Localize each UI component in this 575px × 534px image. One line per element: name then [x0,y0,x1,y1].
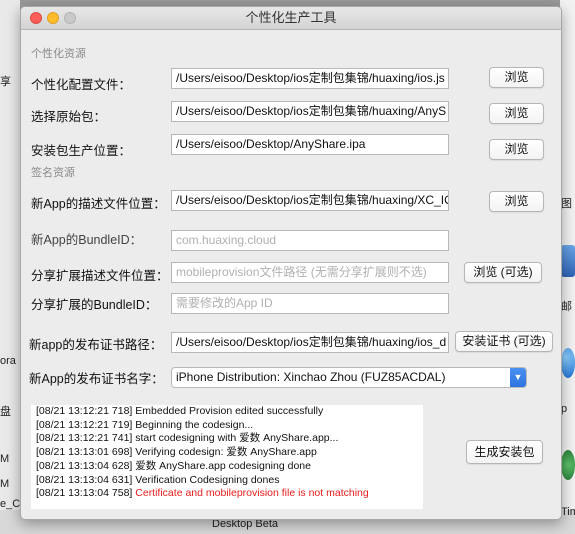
chevron-down-icon: ▼ [510,368,526,387]
app-icon[interactable] [561,245,575,277]
desktop-fragment: 邮 [561,301,572,313]
log-line: [08/21 13:12:21 719] Beginning the codes… [36,418,254,431]
original-package-label: 选择原始包： [31,110,107,124]
app-icon[interactable] [561,348,575,378]
browse-provision-button[interactable]: 浏览 [489,191,544,212]
generate-package-button[interactable]: 生成安装包 [466,440,543,464]
window-title: 个性化生产工具 [245,10,337,25]
provision-file-label: 新App的描述文件位置： [31,197,166,211]
log-output[interactable]: [08/21 13:12:21 718] Embedded Provision … [31,405,423,509]
install-certificate-button[interactable]: 安装证书 (可选) [455,331,553,352]
config-file-label: 个性化配置文件： [31,78,132,92]
log-line: [08/21 13:13:04 628] 爱数 AnyShare.app cod… [36,459,311,472]
log-line: [08/21 13:13:04 631] Verification Codesi… [36,473,280,486]
output-location-label: 安装包生产位置： [31,144,132,158]
section-personal-resources: 个性化资源 [31,48,86,60]
desktop-fragment: 享 [0,76,11,88]
section-signing-resources: 签名资源 [31,167,75,179]
log-line: [08/21 13:12:21 741] start codesigning w… [36,432,339,445]
extension-provision-label: 分享扩展描述文件位置： [31,269,169,283]
original-package-field[interactable]: /Users/eisoo/Desktop/ios定制包集锦/huaxing/An… [171,101,449,122]
desktop-fragment: Tim [561,506,575,518]
provision-file-field[interactable]: /Users/eisoo/Desktop/ios定制包集锦/huaxing/XC… [171,190,449,211]
extension-bundle-id-field[interactable]: 需要修改的App ID [171,293,449,314]
browse-config-button[interactable]: 浏览 [489,67,544,88]
desktop-fragment: M [0,453,10,465]
tool-window: 个性化生产工具 个性化资源 个性化配置文件： /Users/eisoo/Desk… [20,6,562,520]
browse-package-button[interactable]: 浏览 [489,103,544,124]
bundle-id-field[interactable]: com.huaxing.cloud [171,230,449,251]
config-file-field[interactable]: /Users/eisoo/Desktop/ios定制包集锦/huaxing/io… [171,68,449,89]
desktop-fragment: e_C [0,498,21,510]
desktop-fragment: 图 [561,198,572,210]
title-bar: 个性化生产工具 [21,7,561,30]
extension-provision-field[interactable]: mobileprovision文件路径 (无需分享扩展则不选) [171,262,449,283]
log-line: [08/21 13:12:21 718] Embedded Provision … [36,405,324,417]
certificate-path-field[interactable]: /Users/eisoo/Desktop/ios定制包集锦/huaxing/io… [171,332,449,353]
app-icon[interactable] [561,450,575,480]
desktop-fragment: ora [0,355,16,367]
browse-extension-button[interactable]: 浏览 (可选) [464,262,542,283]
certificate-name-value: iPhone Distribution: Xinchao Zhou (FUZ85… [176,370,446,384]
output-location-field[interactable]: /Users/eisoo/Desktop/AnyShare.ipa [171,134,449,155]
log-line: [08/21 13:13:01 698] Verifying codesign:… [36,446,317,459]
extension-bundle-id-label: 分享扩展的BundleID： [31,298,158,312]
desktop-fragment: 盘 [0,406,11,418]
bundle-id-label: 新App的BundleID： [31,233,143,247]
certificate-name-select[interactable]: iPhone Distribution: Xinchao Zhou (FUZ85… [171,367,527,388]
certificate-name-label: 新App的发布证书名字： [29,372,164,386]
log-line-error: [08/21 13:13:04 758] Certificate and mob… [36,487,369,500]
desktop-fragment: M [0,478,10,490]
certificate-path-label: 新app的发布证书路径： [29,338,163,352]
browse-output-button[interactable]: 浏览 [489,139,544,160]
